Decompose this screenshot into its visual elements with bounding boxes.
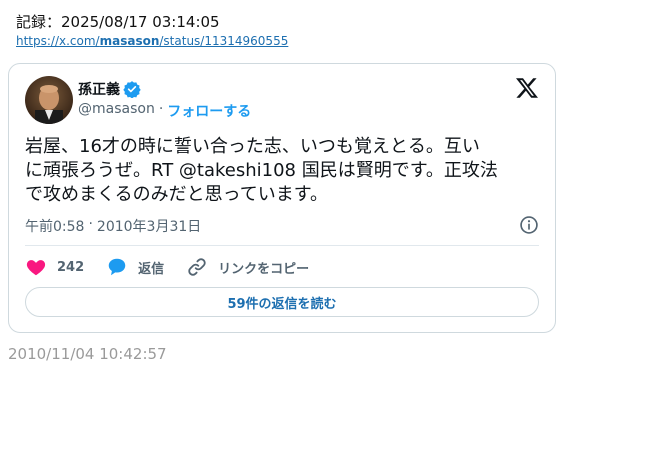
heart-icon [26,260,46,276]
url-user: masason [99,34,160,48]
reply-button[interactable]: 返信 [106,256,164,278]
speech-bubble-icon [108,258,126,276]
tweet-time: 午前0:58 [25,219,85,235]
display-name[interactable]: 孫正義 [78,79,120,99]
tweet-text-line: に頑張ろうぜ。RT @takeshi108 国民は賢明です。正攻法 [25,160,498,181]
tweet-date: 2010年3月31日 [96,219,202,235]
like-button[interactable]: 242 [25,256,84,278]
record-timestamp: 記録：2025/08/17 03:14:05 [16,13,220,31]
url-suffix: /status/11314960555 [159,34,289,48]
divider [25,245,539,246]
x-logo-icon[interactable] [515,76,539,100]
reply-label: 返信 [138,261,165,277]
tweet-card: 孫正義 @masason · フォローする 岩屋、16才の時に誓い合った志、いつ… [8,63,556,333]
verified-badge-icon [123,80,141,99]
read-replies-button[interactable]: 59件の返信を読む [25,287,539,317]
tweet-text-line: 岩屋、16才の時に誓い合った志、いつも覚えとる。互い [25,136,480,157]
url-prefix: https://x.com/ [16,34,100,48]
follow-button[interactable]: フォローする [167,101,251,121]
tweet-text: 岩屋、16才の時に誓い合った志、いつも覚えとる。互い に頑張ろうぜ。RT @ta… [25,135,545,207]
tweet-text-line: で攻めまくるのみだと思っています。 [25,184,328,205]
handle-separator: · [158,101,164,117]
avatar[interactable] [25,76,73,124]
like-count: 242 [57,259,85,275]
link-icon [188,258,206,276]
meta-separator: · [88,216,93,232]
user-handle[interactable]: @masason [78,101,155,121]
archive-timestamp: 2010/11/04 10:42:57 [8,345,167,363]
tweet-url-link[interactable]: https://x.com/masason/status/11314960555 [16,34,288,48]
copy-link-button[interactable]: リンクをコピー [186,256,309,278]
tweet-timestamp[interactable]: 午前0:58 · 2010年3月31日 [25,216,201,236]
copy-link-label: リンクをコピー [218,261,310,277]
info-icon[interactable] [519,215,539,235]
action-bar: 242 返信 リンクをコピー [25,256,331,278]
